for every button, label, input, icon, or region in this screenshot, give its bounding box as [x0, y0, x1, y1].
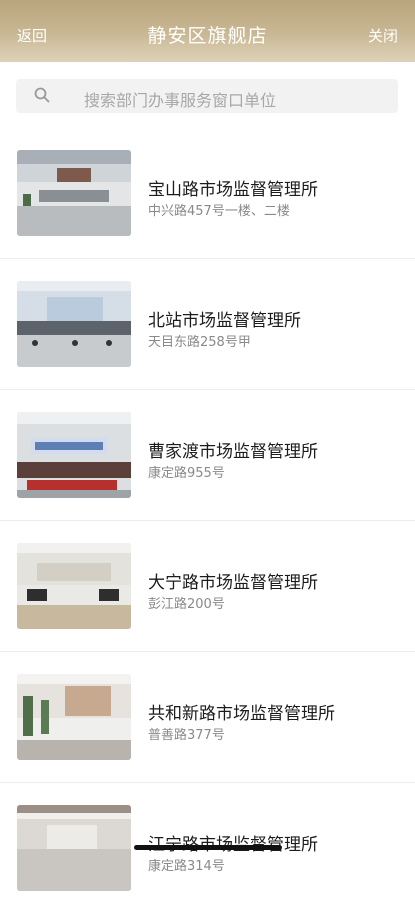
page-title: 静安区旗舰店 [147, 25, 268, 47]
office-name: 曹家渡市场监督管理所 [148, 442, 318, 462]
search-placeholder: 搜索部门办事服务窗口单位 [84, 91, 277, 110]
office-address: 普善路377号 [148, 728, 225, 743]
office-photo [17, 412, 131, 498]
office-name: 江宁路市场监督管理所 [148, 830, 318, 855]
list-item[interactable]: 共和新路市场监督管理所 普善路377号 [0, 652, 415, 783]
home-indicator [134, 845, 282, 850]
search-input[interactable]: 搜索部门办事服务窗口单位 [16, 79, 398, 113]
office-address: 中兴路457号一楼、二楼 [148, 204, 290, 219]
office-photo [17, 805, 131, 891]
office-address: 康定路955号 [148, 466, 225, 481]
office-name: 共和新路市场监督管理所 [148, 704, 335, 724]
office-address: 天目东路258号甲 [148, 335, 251, 350]
office-photo [17, 674, 131, 760]
office-photo [17, 281, 131, 367]
office-photo [17, 543, 131, 629]
office-photo [17, 150, 131, 236]
office-address: 彭江路200号 [148, 597, 225, 612]
search-icon [34, 87, 50, 103]
header-bar: 返回 静安区旗舰店 关闭 [0, 0, 415, 62]
office-list: 宝山路市场监督管理所 中兴路457号一楼、二楼 北站市场监督管理所 天目东路25… [0, 128, 415, 914]
office-name: 宝山路市场监督管理所 [148, 180, 318, 200]
list-item[interactable]: 大宁路市场监督管理所 彭江路200号 [0, 521, 415, 652]
list-item[interactable]: 北站市场监督管理所 天目东路258号甲 [0, 259, 415, 390]
list-item[interactable]: 曹家渡市场监督管理所 康定路955号 [0, 390, 415, 521]
list-item[interactable]: 宝山路市场监督管理所 中兴路457号一楼、二楼 [0, 128, 415, 259]
office-name: 大宁路市场监督管理所 [148, 573, 318, 593]
close-button[interactable]: 关闭 [368, 25, 398, 46]
office-name: 北站市场监督管理所 [148, 311, 301, 331]
